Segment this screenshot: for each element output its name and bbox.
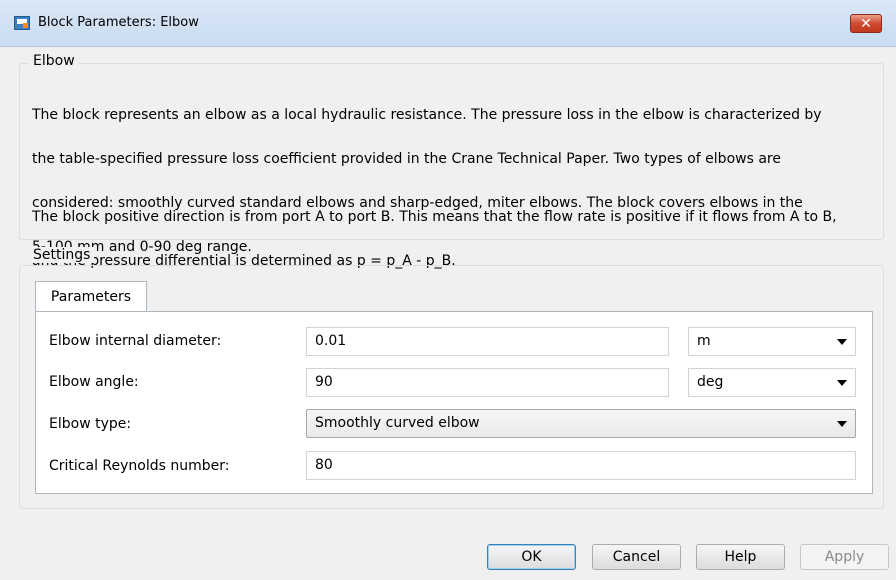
elbow-angle-input[interactable]: 90: [306, 368, 669, 397]
settings-group-label: Settings: [29, 247, 95, 263]
unit-value: m: [697, 333, 711, 349]
title-bar[interactable]: Block Parameters: Elbow ✕: [0, 0, 896, 47]
unit-value: deg: [697, 374, 724, 390]
elbow-angle-unit-select[interactable]: deg: [688, 368, 856, 397]
elbow-type-select[interactable]: Smoothly curved elbow: [306, 409, 856, 438]
window-title: Block Parameters: Elbow: [38, 15, 199, 30]
description-line: the table-specified pressure loss coeffi…: [32, 151, 781, 167]
description-line: The block positive direction is from por…: [32, 209, 837, 225]
elbow-internal-diameter-label: Elbow internal diameter:: [49, 333, 222, 349]
elbow-internal-diameter-input[interactable]: 0.01: [306, 327, 669, 356]
chevron-down-icon: [837, 421, 847, 427]
chevron-down-icon: [837, 339, 847, 345]
description-line: The block represents an elbow as a local…: [32, 107, 822, 123]
critical-reynolds-number-input[interactable]: 80: [306, 451, 856, 480]
cancel-button[interactable]: Cancel: [592, 544, 681, 570]
tab-parameters[interactable]: Parameters: [35, 281, 147, 312]
elbow-type-value: Smoothly curved elbow: [315, 415, 480, 431]
close-button[interactable]: ✕: [850, 14, 882, 33]
ok-button[interactable]: OK: [487, 544, 576, 570]
close-icon: ✕: [860, 16, 872, 32]
elbow-internal-diameter-unit-select[interactable]: m: [688, 327, 856, 356]
apply-button[interactable]: Apply: [800, 544, 889, 570]
critical-reynolds-number-label: Critical Reynolds number:: [49, 458, 230, 474]
help-button[interactable]: Help: [696, 544, 785, 570]
chevron-down-icon: [837, 380, 847, 386]
elbow-angle-label: Elbow angle:: [49, 374, 139, 390]
elbow-type-label: Elbow type:: [49, 416, 132, 432]
simulink-block-icon: [14, 16, 30, 30]
elbow-group-label: Elbow: [29, 53, 79, 69]
